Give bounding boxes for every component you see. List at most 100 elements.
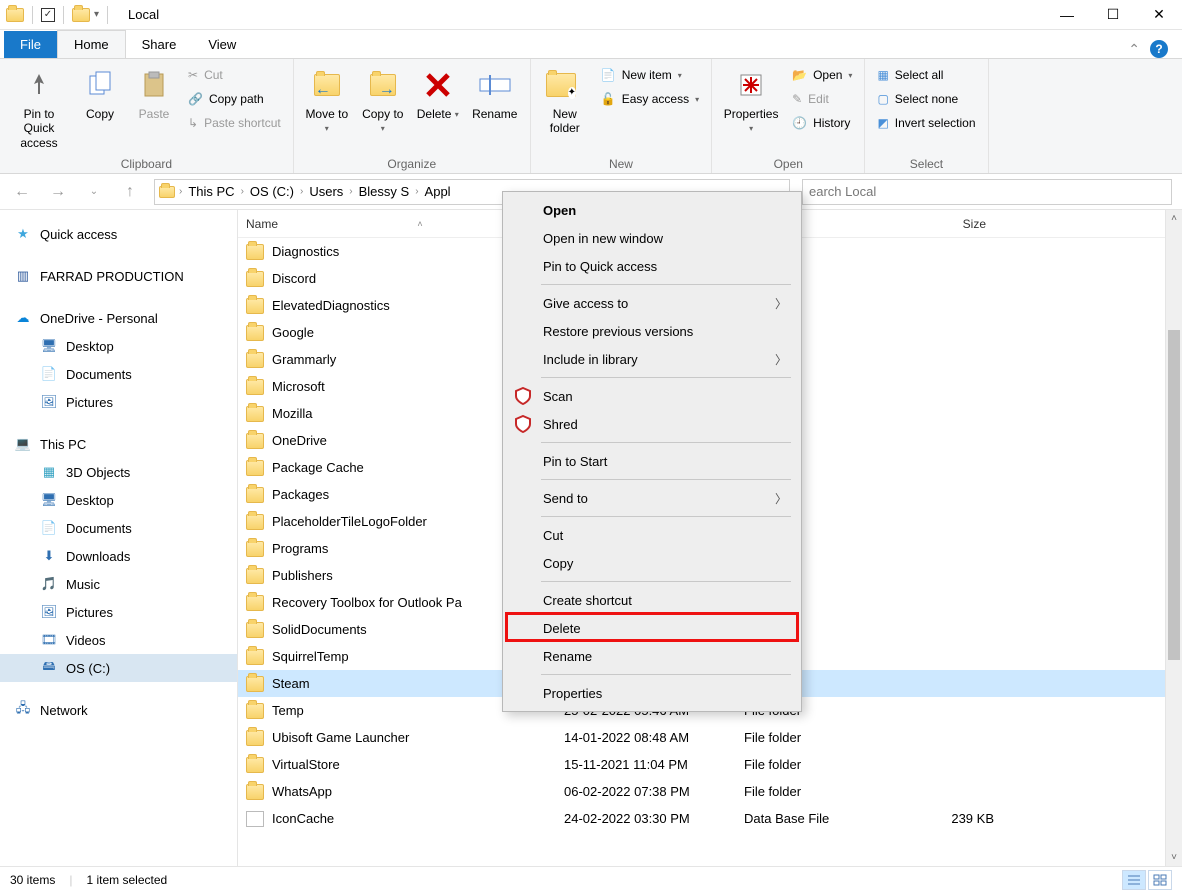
new-folder-button[interactable]: ✦ New folder — [539, 63, 591, 140]
sidebar-item[interactable]: ⬇Downloads — [0, 542, 237, 570]
sidebar-item[interactable]: 🖥Desktop — [0, 332, 237, 360]
file-name: Steam — [272, 676, 310, 691]
qat-checkbox-icon[interactable]: ✓ — [41, 8, 55, 22]
ctx-give-access[interactable]: Give access to〉 — [503, 289, 801, 317]
history-button[interactable]: 🕘History — [788, 111, 856, 135]
tab-home[interactable]: Home — [57, 30, 126, 58]
sidebar-item[interactable]: 🖼Pictures — [0, 388, 237, 416]
open-button[interactable]: 📂Open ▾ — [788, 63, 856, 87]
table-row[interactable]: VirtualStore15-11-2021 11:04 PMFile fold… — [238, 751, 1182, 778]
ctx-copy[interactable]: Copy — [503, 549, 801, 577]
copy-to-button[interactable]: → Copy to ▾ — [358, 63, 408, 140]
file-date: 24-02-2022 03:30 PM — [564, 811, 744, 826]
breadcrumb[interactable]: Blessy S — [357, 184, 412, 199]
sidebar-item[interactable]: 📄Documents — [0, 514, 237, 542]
icons-view-button[interactable] — [1148, 870, 1172, 890]
scroll-up-icon[interactable]: ˄ — [1166, 210, 1182, 227]
close-button[interactable]: ✕ — [1136, 0, 1182, 30]
back-button[interactable]: ← — [10, 180, 34, 204]
delete-button[interactable]: Delete ▾ — [414, 63, 462, 125]
ctx-cut[interactable]: Cut — [503, 521, 801, 549]
ctx-delete[interactable]: Delete — [503, 614, 801, 642]
app-icon — [6, 8, 24, 22]
folder-icon — [246, 730, 264, 746]
properties-button[interactable]: Properties ▾ — [720, 63, 782, 140]
tab-file[interactable]: File — [4, 31, 57, 58]
tab-view[interactable]: View — [192, 31, 252, 58]
ctx-scan[interactable]: Scan — [503, 382, 801, 410]
breadcrumb[interactable]: This PC — [186, 184, 236, 199]
sidebar-this-pc[interactable]: 💻This PC — [0, 430, 237, 458]
sidebar-item[interactable]: 🖥Desktop — [0, 486, 237, 514]
sidebar-quick-access[interactable]: ★Quick access — [0, 220, 237, 248]
file-type: Data Base File — [744, 811, 894, 826]
maximize-button[interactable]: ☐ — [1090, 0, 1136, 30]
rename-button[interactable]: Rename — [468, 63, 522, 125]
table-row[interactable]: IconCache24-02-2022 03:30 PMData Base Fi… — [238, 805, 1182, 832]
help-icon[interactable]: ? — [1150, 40, 1168, 58]
paste-shortcut-button[interactable]: ↳Paste shortcut — [184, 111, 285, 135]
file-name: Grammarly — [272, 352, 336, 367]
path-icon: 🔗 — [188, 92, 203, 106]
table-row[interactable]: Ubisoft Game Launcher14-01-2022 08:48 AM… — [238, 724, 1182, 751]
pin-to-quick-access-button[interactable]: Pin to Quick access — [8, 63, 70, 154]
ctx-properties[interactable]: Properties — [503, 679, 801, 707]
collapse-ribbon-icon[interactable]: ⌃ — [1128, 41, 1140, 58]
ctx-open-new-window[interactable]: Open in new window — [503, 224, 801, 252]
open-icon: 📂 — [792, 68, 807, 82]
select-none-button[interactable]: ▢Select none — [873, 87, 979, 111]
select-all-button[interactable]: ▦Select all — [873, 63, 979, 87]
sidebar-item[interactable]: 🎵Music — [0, 570, 237, 598]
ribbon-group-open: Properties ▾ 📂Open ▾ ✎Edit 🕘History Open — [712, 59, 865, 173]
details-view-button[interactable] — [1122, 870, 1146, 890]
ctx-include-library[interactable]: Include in library〉 — [503, 345, 801, 373]
ctx-rename[interactable]: Rename — [503, 642, 801, 670]
sidebar-item[interactable]: ▦3D Objects — [0, 458, 237, 486]
move-to-button[interactable]: ← Move to ▾ — [302, 63, 352, 140]
shortcut-icon: ↳ — [188, 116, 198, 130]
ctx-shred[interactable]: Shred — [503, 410, 801, 438]
cut-button[interactable]: ✂Cut — [184, 63, 285, 87]
file-name: ElevatedDiagnostics — [272, 298, 390, 313]
sidebar-onedrive[interactable]: ☁OneDrive - Personal — [0, 304, 237, 332]
up-button[interactable]: ↑ — [118, 180, 142, 204]
folder-icon — [246, 244, 264, 260]
folder-icon — [246, 298, 264, 314]
ctx-pin-start[interactable]: Pin to Start — [503, 447, 801, 475]
scroll-down-icon[interactable]: ˅ — [1166, 849, 1182, 866]
edit-button[interactable]: ✎Edit — [788, 87, 856, 111]
easy-access-button[interactable]: 🔓Easy access ▾ — [597, 87, 703, 111]
qat-folder-icon[interactable] — [72, 8, 90, 22]
copy-button[interactable]: Copy — [76, 63, 124, 125]
ctx-pin-quick[interactable]: Pin to Quick access — [503, 252, 801, 280]
folder-icon — [246, 595, 264, 611]
paste-button[interactable]: Paste — [130, 63, 178, 125]
ctx-create-shortcut[interactable]: Create shortcut — [503, 586, 801, 614]
tab-share[interactable]: Share — [126, 31, 193, 58]
breadcrumb[interactable]: Users — [307, 184, 345, 199]
sidebar-item[interactable]: 🖼Pictures — [0, 598, 237, 626]
col-size[interactable]: Size — [894, 217, 994, 231]
breadcrumb[interactable]: OS (C:) — [248, 184, 296, 199]
sidebar-item[interactable]: 🎞Videos — [0, 626, 237, 654]
new-item-button[interactable]: 📄New item ▾ — [597, 63, 703, 87]
sidebar-network[interactable]: 🖧Network — [0, 696, 237, 724]
sidebar-item-os-c[interactable]: 🖴OS (C:) — [0, 654, 237, 682]
recent-button[interactable]: ⌄ — [82, 180, 106, 204]
vertical-scrollbar[interactable]: ˄ ˅ — [1165, 210, 1182, 866]
sidebar-item[interactable]: 📄Documents — [0, 360, 237, 388]
ctx-restore[interactable]: Restore previous versions — [503, 317, 801, 345]
ctx-send-to[interactable]: Send to〉 — [503, 484, 801, 512]
sidebar-farrad[interactable]: ▥FARRAD PRODUCTION — [0, 262, 237, 290]
table-row[interactable]: WhatsApp06-02-2022 07:38 PMFile folder — [238, 778, 1182, 805]
breadcrumb[interactable]: Appl — [423, 184, 453, 199]
select-all-icon: ▦ — [877, 68, 888, 82]
invert-selection-button[interactable]: ◩Invert selection — [873, 111, 979, 135]
file-name: Temp — [272, 703, 304, 718]
ctx-open[interactable]: Open — [503, 196, 801, 224]
scroll-thumb[interactable] — [1168, 330, 1180, 660]
forward-button[interactable]: → — [46, 180, 70, 204]
minimize-button[interactable]: — — [1044, 0, 1090, 30]
search-input[interactable]: earch Local — [802, 179, 1172, 205]
copy-path-button[interactable]: 🔗Copy path — [184, 87, 285, 111]
